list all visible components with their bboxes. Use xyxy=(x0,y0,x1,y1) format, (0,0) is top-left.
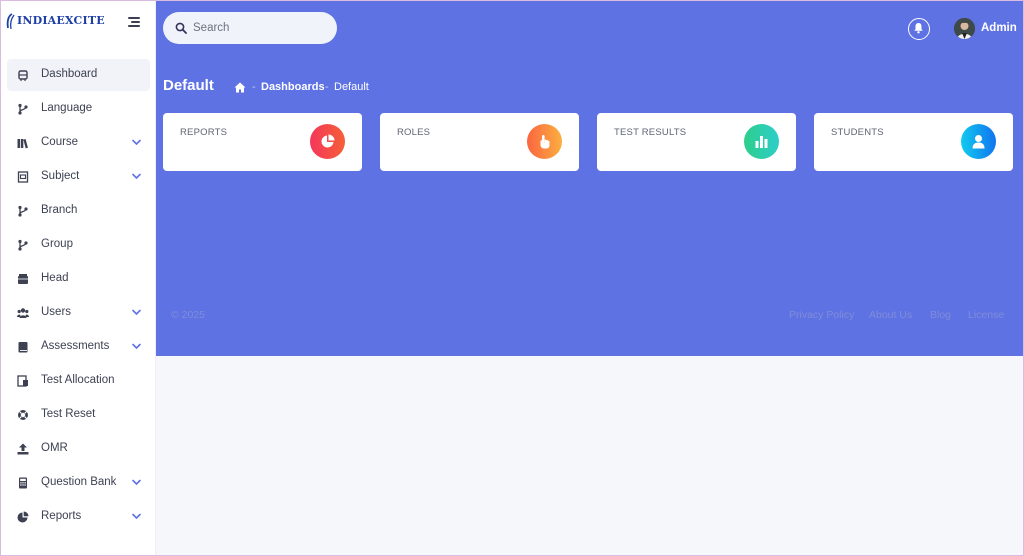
search-input[interactable] xyxy=(193,19,331,37)
footer-link-about-us[interactable]: About Us xyxy=(869,309,912,321)
card-icon-badge xyxy=(744,124,779,159)
brand-name: INDIAEXCITE xyxy=(17,14,105,27)
book-icon xyxy=(18,342,28,353)
avatar[interactable] xyxy=(954,18,975,39)
sidebar: INDIAEXCITE Dashboard Language Course Subje… xyxy=(1,1,156,555)
chevron-down-icon[interactable] xyxy=(132,139,141,146)
card-roles[interactable]: ROLES xyxy=(380,113,579,171)
sidebar-item-label: Reports xyxy=(41,510,82,522)
branch-icon xyxy=(18,103,28,115)
breadcrumb-default: Default xyxy=(334,81,369,93)
sidebar-item-language[interactable]: Language xyxy=(1,92,156,126)
sidebar-item-test-allocation[interactable]: Test Allocation xyxy=(1,364,156,398)
footer-link-blog[interactable]: Blog xyxy=(930,309,951,321)
footer-link-license[interactable]: License xyxy=(968,309,1004,321)
card-icon-badge xyxy=(310,124,345,159)
breadcrumb-separator: - xyxy=(325,81,329,93)
brand: INDIAEXCITE xyxy=(1,1,156,45)
branch-icon xyxy=(18,239,28,251)
breadcrumb-dashboards[interactable]: Dashboards xyxy=(261,81,325,93)
subject-icon xyxy=(17,171,29,183)
search-icon xyxy=(175,22,187,34)
sidebar-item-label: Test Reset xyxy=(41,408,96,420)
allocation-icon xyxy=(17,375,28,387)
sidebar-item-label: Head xyxy=(41,272,69,284)
sidebar-item-label: Users xyxy=(41,306,72,318)
copyright: © 2025 xyxy=(171,309,206,321)
dashboard-icon xyxy=(18,70,28,81)
upload-icon xyxy=(17,443,29,455)
search-box[interactable] xyxy=(163,12,337,44)
card-reports[interactable]: REPORTS xyxy=(163,113,362,171)
sidebar-item-course[interactable]: Course xyxy=(1,126,156,160)
card-title: STUDENTS xyxy=(831,127,884,138)
hand-pointer-icon xyxy=(540,135,550,149)
card-title: TEST RESULTS xyxy=(614,127,687,138)
sidebar-item-label: Assessments xyxy=(41,340,110,352)
card-icon-badge xyxy=(961,124,996,159)
sidebar-item-branch[interactable]: Branch xyxy=(1,194,156,228)
bar-chart-icon xyxy=(755,136,768,148)
card-students[interactable]: STUDENTS xyxy=(814,113,1013,171)
sidebar-item-label: Branch xyxy=(41,204,78,216)
breadcrumb-separator: - xyxy=(252,81,256,93)
chevron-down-icon[interactable] xyxy=(132,173,141,180)
bell-icon xyxy=(914,23,923,34)
card-title: ROLES xyxy=(397,127,431,138)
pie-chart-icon xyxy=(17,511,29,523)
sidebar-item-head[interactable]: Head xyxy=(1,262,156,296)
chevron-down-icon[interactable] xyxy=(132,343,141,350)
box-icon xyxy=(18,274,28,284)
pie-chart-icon xyxy=(321,134,335,148)
user-icon xyxy=(972,135,985,149)
sidebar-item-label: Test Allocation xyxy=(41,374,115,386)
sidebar-item-group[interactable]: Group xyxy=(1,228,156,262)
books-icon xyxy=(17,139,28,149)
logo-icon xyxy=(6,13,15,30)
sidebar-item-label: Dashboard xyxy=(41,68,98,80)
sidebar-item-omr[interactable]: OMR xyxy=(1,432,156,466)
branch-icon xyxy=(18,205,28,217)
sidebar-nav: Dashboard Language Course Subject Branch Grou… xyxy=(1,58,156,534)
card-icon-badge xyxy=(527,124,562,159)
life-ring-icon xyxy=(18,410,28,420)
sidebar-item-label: Course xyxy=(41,136,79,148)
header-panel: Admin Default - Dashboards - Default REP… xyxy=(156,1,1023,356)
sidebar-item-reports[interactable]: Reports xyxy=(1,500,156,534)
sidebar-item-label: OMR xyxy=(41,442,68,454)
footer-link-privacy-policy[interactable]: Privacy Policy xyxy=(789,309,854,321)
home-icon[interactable] xyxy=(234,82,246,93)
card-test-results[interactable]: TEST RESULTS xyxy=(597,113,796,171)
chevron-down-icon[interactable] xyxy=(132,309,141,316)
calculator-icon xyxy=(19,477,27,489)
sidebar-item-label: Question Bank xyxy=(41,476,117,488)
sidebar-item-question-bank[interactable]: Question Bank xyxy=(1,466,156,500)
chevron-down-icon[interactable] xyxy=(132,479,141,486)
avatar-image xyxy=(954,18,975,39)
notifications-button[interactable] xyxy=(908,18,930,40)
app-window: INDIAEXCITE Dashboard Language Course Subje… xyxy=(1,1,1023,555)
sidebar-item-label: Language xyxy=(41,102,93,114)
sidebar-item-subject[interactable]: Subject xyxy=(1,160,156,194)
chevron-down-icon[interactable] xyxy=(132,513,141,520)
sidebar-item-dashboard[interactable]: Dashboard xyxy=(1,58,156,92)
sidebar-item-users[interactable]: Users xyxy=(1,296,156,330)
page-title: Default xyxy=(163,77,214,94)
users-icon xyxy=(17,308,29,318)
sidebar-item-assessments[interactable]: Assessments xyxy=(1,330,156,364)
user-name[interactable]: Admin xyxy=(981,22,1017,34)
sidebar-item-label: Subject xyxy=(41,170,80,182)
sidebar-toggle-icon[interactable] xyxy=(128,17,140,27)
sidebar-item-label: Group xyxy=(41,238,73,250)
content-area xyxy=(156,356,1023,555)
sidebar-item-test-reset[interactable]: Test Reset xyxy=(1,398,156,432)
card-title: REPORTS xyxy=(180,127,228,138)
